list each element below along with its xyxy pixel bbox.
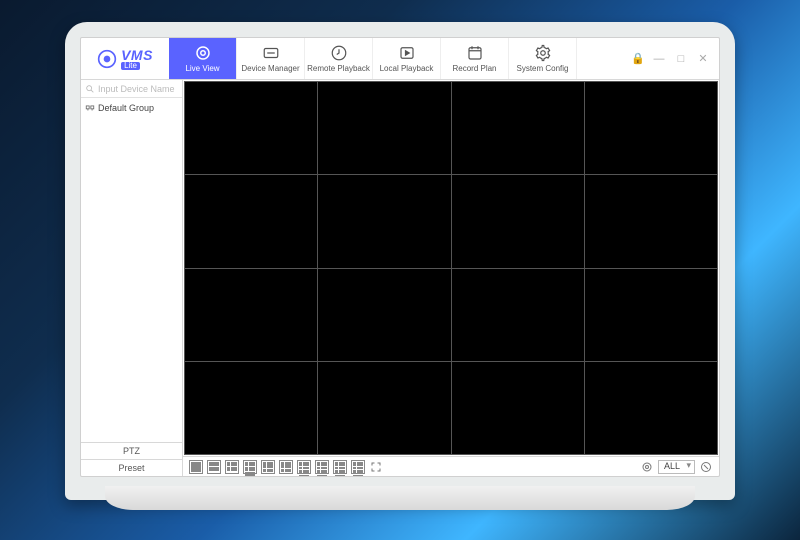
layout-8-button[interactable] [243, 460, 257, 474]
tab-local-playback[interactable]: Local Playback [373, 38, 441, 79]
layout-1-button[interactable] [189, 460, 203, 474]
main-tabs: Live View Device Manager Remote Playback… [169, 38, 621, 79]
preset-panel-header[interactable]: Preset [81, 459, 182, 476]
layout-25-button[interactable] [315, 460, 329, 474]
main-area: ALL [183, 80, 719, 476]
device-sidebar: Input Device Name Default Group PTZ Pres… [81, 80, 183, 476]
video-cell[interactable] [452, 175, 584, 267]
search-icon [85, 84, 95, 94]
group-icon [85, 103, 95, 113]
video-cell[interactable] [318, 362, 450, 454]
video-cell[interactable] [452, 82, 584, 174]
tab-label: Local Playback [380, 64, 434, 73]
video-cell[interactable] [452, 362, 584, 454]
video-cell[interactable] [318, 269, 450, 361]
stop-all-button[interactable] [699, 460, 713, 474]
tab-label: System Config [516, 64, 568, 73]
stream-dropdown[interactable]: ALL [658, 460, 695, 474]
sidebar-bottom-panels: PTZ Preset [81, 442, 182, 476]
video-cell[interactable] [452, 269, 584, 361]
lock-icon[interactable]: 🔒 [631, 52, 643, 65]
video-cell[interactable] [585, 362, 717, 454]
video-cell[interactable] [185, 175, 317, 267]
window-controls: 🔒 — □ ✕ [621, 38, 719, 79]
layout-64-button[interactable] [351, 460, 365, 474]
tab-label: Live View [185, 64, 219, 73]
tree-item-label: Default Group [98, 103, 154, 113]
tab-label: Remote Playback [307, 64, 370, 73]
tab-record-plan[interactable]: Record Plan [441, 38, 509, 79]
tab-remote-playback[interactable]: Remote Playback [305, 38, 373, 79]
snapshot-button[interactable] [640, 460, 654, 474]
device-tree: Default Group [81, 98, 182, 442]
video-cell[interactable] [318, 82, 450, 174]
layout-13-button[interactable] [279, 460, 293, 474]
video-cell[interactable] [185, 269, 317, 361]
tab-device-manager[interactable]: Device Manager [237, 38, 305, 79]
video-cell[interactable] [185, 362, 317, 454]
close-icon[interactable]: ✕ [697, 52, 709, 65]
video-cell[interactable] [318, 175, 450, 267]
tab-system-config[interactable]: System Config [509, 38, 577, 79]
video-grid [184, 81, 718, 455]
layout-4-button[interactable] [207, 460, 221, 474]
video-cell[interactable] [585, 175, 717, 267]
fullscreen-button[interactable] [369, 460, 383, 474]
app-logo: VMS Lite [81, 38, 169, 79]
grid-footer: ALL [183, 456, 719, 476]
app-badge: Lite [121, 62, 140, 70]
tab-live-view[interactable]: Live View [169, 38, 237, 79]
search-placeholder: Input Device Name [98, 84, 175, 94]
layout-36-button[interactable] [333, 460, 347, 474]
device-search[interactable]: Input Device Name [81, 80, 182, 98]
laptop-frame: VMS Lite Live View Device Manager Remote… [65, 22, 735, 500]
layout-16-button[interactable] [297, 460, 311, 474]
layout-6-button[interactable] [225, 460, 239, 474]
top-toolbar: VMS Lite Live View Device Manager Remote… [81, 38, 719, 80]
video-cell[interactable] [185, 82, 317, 174]
app-window: VMS Lite Live View Device Manager Remote… [80, 37, 720, 477]
video-cell[interactable] [585, 269, 717, 361]
video-cell[interactable] [585, 82, 717, 174]
maximize-icon[interactable]: □ [675, 53, 687, 65]
layout-9-button[interactable] [261, 460, 275, 474]
laptop-base [105, 486, 695, 510]
app-body: Input Device Name Default Group PTZ Pres… [81, 80, 719, 476]
tab-label: Record Plan [452, 64, 496, 73]
tab-label: Device Manager [241, 64, 299, 73]
app-name: VMS [121, 48, 153, 62]
minimize-icon[interactable]: — [653, 53, 665, 65]
ptz-panel-header[interactable]: PTZ [81, 442, 182, 459]
tree-item-default-group[interactable]: Default Group [85, 101, 178, 115]
